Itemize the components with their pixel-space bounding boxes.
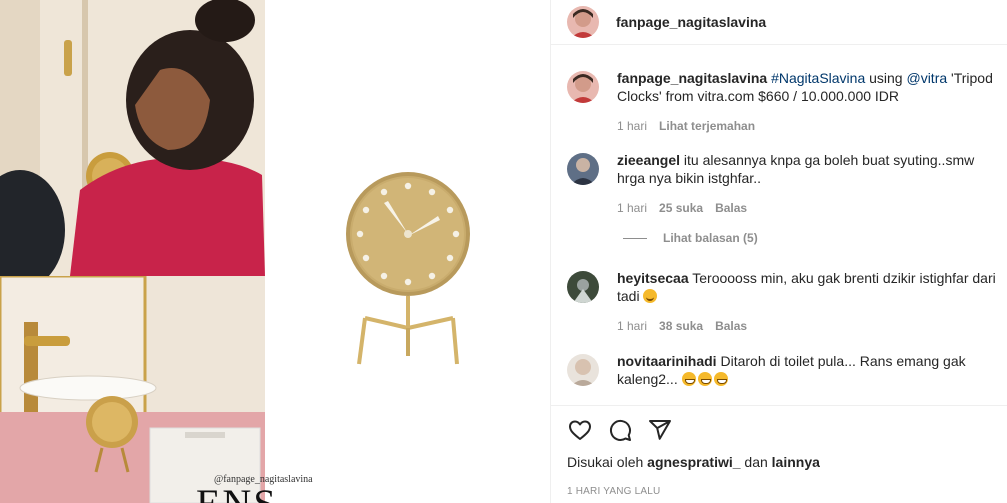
post-header: fanpage_nagitaslavina (551, 0, 1007, 45)
comment-likes[interactable]: 38 suka (659, 317, 703, 335)
comment-item: heyitsecaa Terooooss min, aku gak brenti… (567, 269, 997, 335)
likes-middle: dan (740, 454, 772, 470)
comment-likes[interactable]: 25 suka (659, 199, 703, 217)
send-icon[interactable] (647, 417, 673, 443)
author-avatar[interactable] (567, 6, 599, 38)
replies-divider (623, 237, 647, 239)
caption-item: fanpage_nagitaslavina #NagitaSlavina usi… (567, 69, 997, 135)
grinning-face-emoji-icon (681, 372, 696, 386)
comment-meta: 1 hari 38 suka Balas (617, 317, 997, 335)
commenter-avatar[interactable] (567, 153, 599, 185)
likes-prefix: Disukai oleh (567, 454, 648, 470)
comment-username[interactable]: novitaarinihadi (617, 353, 717, 369)
likes-summary: Disukai oleh agnespratiwi_ dan lainnya (551, 446, 1007, 470)
comment-meta: 1 hari 25 suka Balas (617, 199, 997, 217)
caption-username[interactable]: fanpage_nagitaslavina (617, 70, 767, 86)
translate-link[interactable]: Lihat terjemahan (659, 117, 755, 135)
post-sidebar: fanpage_nagitaslavina fanpage_nagitaslav… (550, 0, 1007, 503)
comment-item: zieeangel itu alesannya knpa ga boleh bu… (567, 151, 997, 217)
view-replies-label: Lihat balasan (5) (663, 231, 758, 245)
caption-hashtag[interactable]: #NagitaSlavina (771, 70, 865, 86)
photo-sink-clock (0, 276, 265, 503)
view-replies-button[interactable]: Lihat balasan (5) (623, 231, 758, 245)
relieved-face-emoji-icon (643, 289, 658, 303)
commenter-avatar[interactable] (567, 271, 599, 303)
comment-time[interactable]: 1 hari (617, 199, 647, 217)
post-timestamp[interactable]: 1 HARI YANG LALU (551, 470, 1007, 497)
caption-time[interactable]: 1 hari (617, 117, 647, 135)
caption-meta: 1 hari Lihat terjemahan (617, 117, 997, 135)
brand-logo-text: ENS (196, 484, 278, 503)
comments-list: fanpage_nagitaslavina #NagitaSlavina usi… (551, 45, 1007, 405)
reply-button[interactable]: Balas (715, 317, 747, 335)
photo-bathroom-woman (0, 0, 265, 276)
caption-avatar[interactable] (567, 71, 599, 103)
comment-username[interactable]: zieeangel (617, 152, 680, 168)
liked-by-user[interactable]: agnespratiwi_ (647, 454, 740, 470)
comment-username[interactable]: heyitsecaa (617, 270, 689, 286)
post-media[interactable]: @fanpage_nagitaslavina ENS (0, 0, 550, 503)
action-buttons (551, 406, 1007, 446)
caption-mention[interactable]: @vitra (906, 70, 947, 86)
author-username[interactable]: fanpage_nagitaslavina (616, 14, 766, 30)
caption-text-using: using (865, 70, 907, 86)
heart-icon[interactable] (567, 417, 593, 443)
commenter-avatar[interactable] (567, 354, 599, 386)
comment-item: novitaarinihadi Ditaroh di toilet pula..… (567, 352, 997, 388)
product-image-tripod-clock (265, 0, 550, 503)
reply-button[interactable]: Balas (715, 199, 747, 217)
comment-time[interactable]: 1 hari (617, 317, 647, 335)
post-actions: Disukai oleh agnespratiwi_ dan lainnya 1… (551, 405, 1007, 503)
liked-by-others[interactable]: lainnya (772, 454, 820, 470)
grinning-face-emoji-icon (713, 372, 728, 386)
grinning-face-emoji-icon (697, 372, 712, 386)
comment-icon[interactable] (607, 417, 633, 443)
